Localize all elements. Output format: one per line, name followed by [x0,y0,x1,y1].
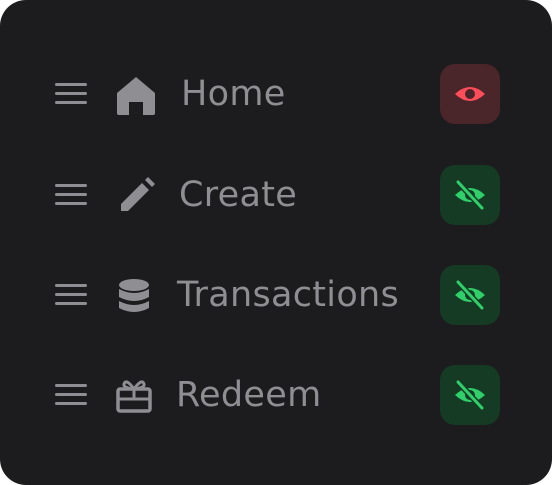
eye-off-icon [455,179,485,211]
drag-handle-icon[interactable] [55,284,88,306]
pencil-icon [114,174,158,216]
visibility-toggle-button[interactable] [440,265,500,325]
drag-handle-icon[interactable] [55,384,88,406]
menu-item-redeem: Redeem [0,365,552,425]
drag-handle-icon[interactable] [55,83,88,105]
menu-item-create: Create [0,165,552,225]
menu-visibility-panel: Home Create Transactions Redeem [0,0,552,485]
visibility-toggle-button[interactable] [440,365,500,425]
visibility-toggle-button[interactable] [440,165,500,225]
menu-item-home: Home [0,64,552,124]
database-icon [114,274,158,316]
menu-item-label: Home [181,74,286,114]
menu-item-label: Transactions [177,275,400,315]
eye-off-icon [455,379,485,411]
gift-icon [114,374,158,416]
visibility-toggle-button[interactable] [440,64,500,124]
eye-off-icon [455,279,485,311]
home-icon [114,73,158,115]
menu-item-label: Create [179,175,298,215]
menu-item-transactions: Transactions [0,265,552,325]
drag-handle-icon[interactable] [55,184,88,206]
menu-item-label: Redeem [176,375,322,415]
eye-icon [455,87,485,101]
